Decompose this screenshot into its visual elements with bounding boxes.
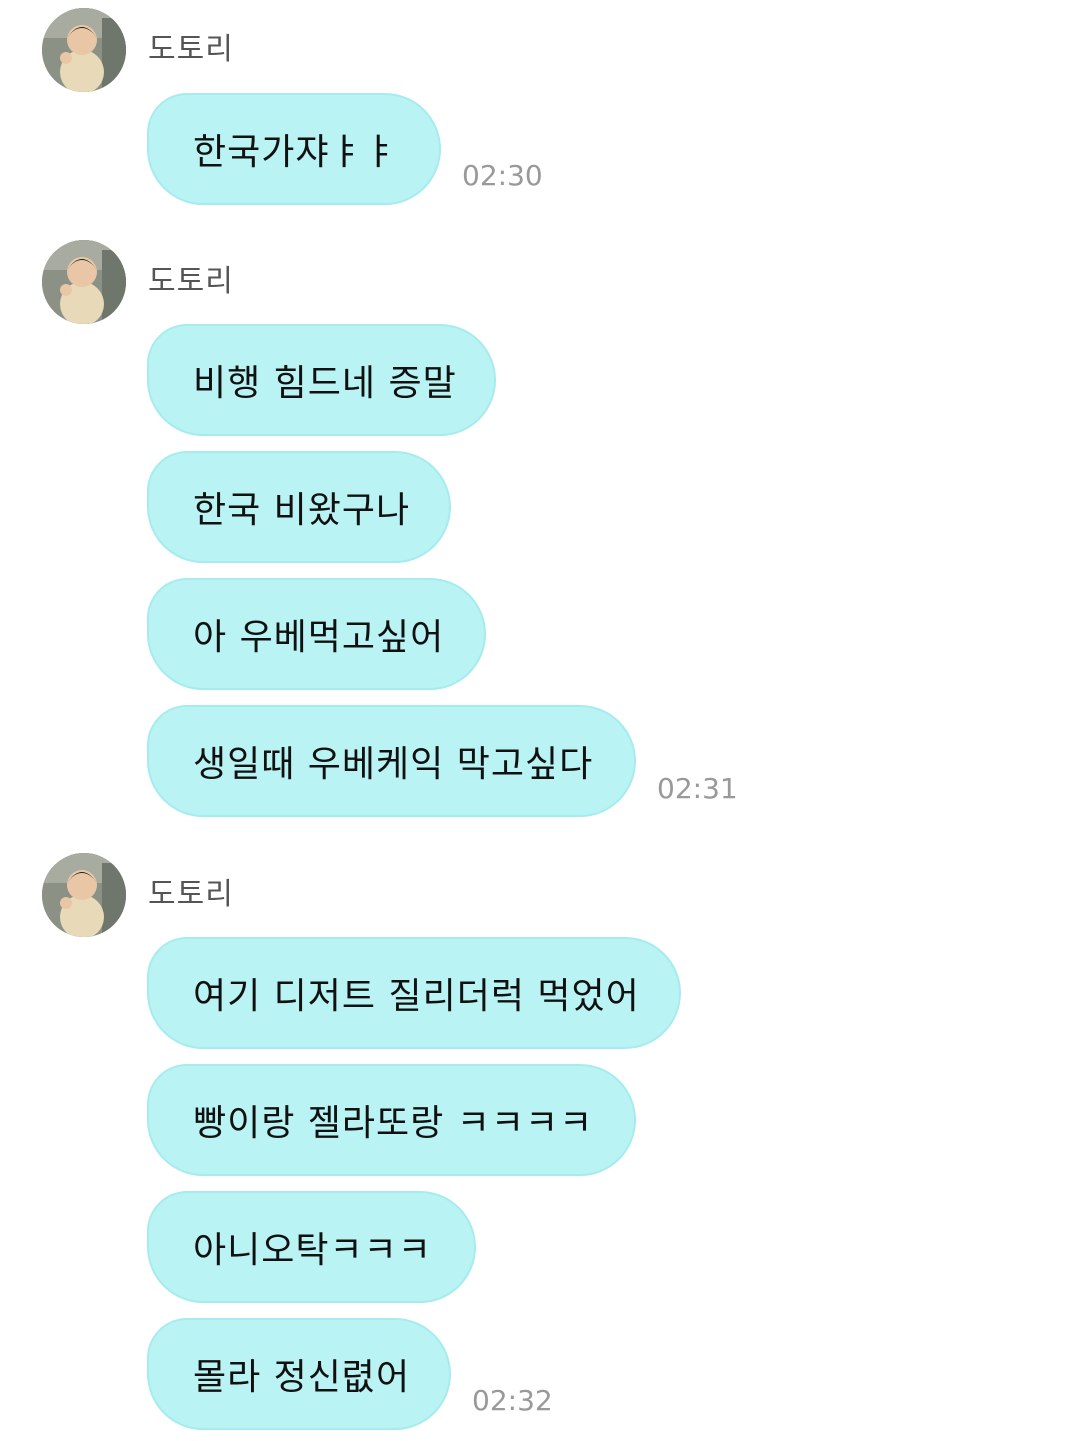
avatar[interactable] (42, 853, 126, 937)
message-bubble[interactable]: 몰라 정신렶어 (147, 1318, 451, 1430)
sender-name: 도토리 (148, 264, 234, 299)
message-bubble[interactable]: 빵이랑 젤라또랑 ㅋㅋㅋㅋ (147, 1064, 636, 1176)
message-bubble[interactable]: 비행 힘드네 증말 (147, 324, 496, 436)
message-bubble[interactable]: 여기 디저트 질리더럭 먹었어 (147, 937, 681, 1049)
avatar-photo-icon (42, 853, 126, 937)
message-bubble[interactable]: 한국 비왔구나 (147, 451, 451, 563)
sender-name: 도토리 (148, 32, 234, 67)
message-bubble[interactable]: 아니오탁ㅋㅋㅋ (147, 1191, 476, 1303)
message-timestamp: 02:31 (657, 772, 738, 805)
message-bubble[interactable]: 한국가쟈ㅑㅑ (147, 93, 441, 205)
avatar[interactable] (42, 8, 126, 92)
avatar-photo-icon (42, 240, 126, 324)
avatar-photo-icon (42, 8, 126, 92)
message-bubble[interactable]: 아 우베먹고싶어 (147, 578, 486, 690)
message-timestamp: 02:32 (472, 1384, 553, 1417)
message-timestamp: 02:30 (462, 159, 543, 192)
sender-name: 도토리 (148, 877, 234, 912)
avatar[interactable] (42, 240, 126, 324)
message-bubble[interactable]: 생일때 우베케익 막고싶다 (147, 705, 636, 817)
